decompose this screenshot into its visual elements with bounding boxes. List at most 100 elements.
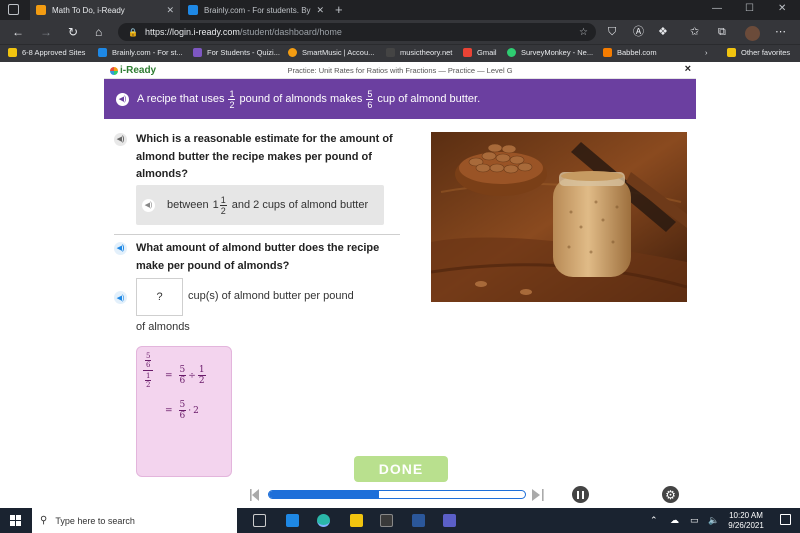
minimize-icon[interactable]: — <box>712 3 722 14</box>
speaker-icon[interactable]: ◀) <box>114 133 127 146</box>
tab-iready[interactable]: Math To Do, i-Ready ✕ <box>30 0 180 20</box>
tab-actions-icon[interactable] <box>8 4 19 15</box>
fraction-half: 12 <box>228 88 236 110</box>
back-icon[interactable]: ← <box>12 24 24 40</box>
bookmark-label: SurveyMonkey - Ne... <box>521 48 594 57</box>
forward-icon[interactable]: → <box>40 24 52 40</box>
iready-header: i-Ready Practice: Unit Rates for Ratios … <box>104 63 696 79</box>
url-bar[interactable]: 🔒 https://login.i-ready.com/student/dash… <box>118 23 596 41</box>
mail-icon[interactable] <box>286 514 299 527</box>
collections-icon[interactable]: ⧉ <box>718 24 726 40</box>
network-icon[interactable]: ☁ <box>670 515 679 526</box>
bookmark-smartmusic[interactable]: SmartMusic | Accou... <box>288 48 374 57</box>
multiply-step: = 56 · 2 <box>165 400 199 421</box>
complex-fraction: 56 12 <box>143 351 154 389</box>
teams-icon[interactable] <box>443 514 456 527</box>
search-placeholder: Type here to search <box>55 515 135 526</box>
shield-icon[interactable]: ⛉ <box>608 24 616 40</box>
system-clock[interactable]: 10:20 AM 9/26/2021 <box>722 511 770 531</box>
maximize-icon[interactable]: ☐ <box>745 3 754 14</box>
lock-icon: 🔒 <box>128 27 138 37</box>
speaker-icon[interactable]: ◀) <box>116 92 129 106</box>
answer-unit-text: cup(s) of almond butter per pound <box>188 290 354 302</box>
bookmark-label: Other favorites <box>741 48 791 57</box>
done-button[interactable]: DONE <box>354 456 448 482</box>
bookmark-babbel[interactable]: Babbel.com <box>603 48 657 57</box>
store-icon[interactable] <box>380 514 393 527</box>
home-icon[interactable]: ⌂ <box>95 24 102 40</box>
fraction-denominator: 2 <box>146 381 151 389</box>
bookmark-gmail[interactable]: Gmail <box>463 48 497 57</box>
show-hidden-icons[interactable]: ⌃ <box>650 515 658 526</box>
favorites-icon[interactable]: ✩ <box>690 24 699 40</box>
folder-icon <box>8 48 17 57</box>
file-explorer-icon[interactable] <box>350 514 363 527</box>
close-window-icon[interactable]: ✕ <box>778 3 786 14</box>
volume-icon[interactable]: 🔈 <box>708 515 719 526</box>
clock-time: 10:20 AM <box>729 511 763 520</box>
bookmark-musictheory[interactable]: musictheory.net <box>386 48 452 57</box>
task-view-icon[interactable] <box>253 514 266 527</box>
skip-forward-icon[interactable] <box>532 489 545 501</box>
more-menu-icon[interactable]: ⋯ <box>775 24 786 40</box>
question-1: ◀) Which is a reasonable estimate for th… <box>114 131 399 184</box>
close-tab-icon[interactable]: ✕ <box>166 5 174 16</box>
bookmark-surveymonkey[interactable]: SurveyMonkey - Ne... <box>507 48 593 57</box>
close-lesson-icon[interactable]: × <box>685 63 691 75</box>
windows-start-icon[interactable] <box>10 515 21 526</box>
surveymonkey-icon <box>507 48 516 57</box>
refresh-icon[interactable]: ↻ <box>68 24 78 40</box>
almond-butter-illustration <box>431 132 687 302</box>
brainly-favicon-icon <box>188 5 198 15</box>
multiply-sign: · <box>188 405 192 416</box>
new-tab-button[interactable]: + <box>335 2 343 18</box>
word-icon[interactable] <box>412 514 425 527</box>
fraction-numerator: 1 <box>228 88 236 100</box>
speaker-icon[interactable]: ◀) <box>114 291 127 304</box>
battery-icon[interactable]: ▭ <box>690 515 699 526</box>
answer-row: ◀) ? cup(s) of almond butter per pound <box>114 278 404 318</box>
bookmarks-overflow-icon[interactable]: › <box>705 48 708 57</box>
musictheory-icon <box>386 48 395 57</box>
extension-icon[interactable]: ❖ <box>658 24 668 40</box>
windows-taskbar: ⚲ Type here to search ⌃ ☁ ▭ 🔈 10:20 AM 9… <box>0 508 800 533</box>
fraction-denominator: 6 <box>179 376 186 386</box>
question-2: ◀) What amount of almond butter does the… <box>114 240 399 275</box>
skip-back-icon[interactable] <box>250 489 259 501</box>
question-2-text: What amount of almond butter does the re… <box>136 242 380 272</box>
folder-icon <box>727 48 736 57</box>
speaker-icon[interactable]: ◀) <box>114 242 127 255</box>
taskbar-search-box[interactable]: ⚲ Type here to search <box>32 508 237 533</box>
iready-favicon-icon <box>36 5 46 15</box>
problem-banner: ◀) A recipe that uses 12 pound of almond… <box>104 79 696 119</box>
notifications-icon[interactable] <box>780 514 791 525</box>
bookmark-other-favorites[interactable]: Other favorites <box>727 48 790 57</box>
multiplier: 2 <box>193 405 199 416</box>
answer-choice-1[interactable]: ◀) between 1 12 and 2 cups of almond but… <box>136 185 384 225</box>
pause-button[interactable] <box>572 486 589 503</box>
edge-browser-icon[interactable] <box>317 514 330 527</box>
profile-avatar[interactable] <box>745 26 760 41</box>
tab-brainly[interactable]: Brainly.com - For students. By stu ✕ <box>182 0 330 20</box>
fraction-denominator: 6 <box>367 99 373 110</box>
answer-input[interactable]: ? <box>136 278 183 316</box>
fraction-numerator: 5 <box>366 88 374 100</box>
bookmark-label: Gmail <box>477 48 497 57</box>
bookmark-approved-sites[interactable]: 6-8 Approved Sites <box>8 48 85 57</box>
tab-title: Brainly.com - For students. By stu <box>204 5 313 15</box>
fraction-denominator: 6 <box>146 361 151 369</box>
favorite-star-icon[interactable]: ☆ <box>579 27 588 38</box>
bookmark-brainly[interactable]: Brainly.com - For st... <box>98 48 183 57</box>
banner-text: cup of almond butter. <box>377 93 481 105</box>
fraction-five-sixths: 56 <box>366 88 374 110</box>
bookmark-label: musictheory.net <box>400 48 453 57</box>
bookmark-quizlet[interactable]: For Students - Quizi... <box>193 48 280 57</box>
close-tab-icon[interactable]: ✕ <box>316 5 324 16</box>
clock-date: 9/26/2021 <box>728 521 764 530</box>
speaker-icon[interactable]: ◀) <box>142 198 155 212</box>
fraction-numerator: 5 <box>145 352 152 361</box>
extension-a-icon[interactable]: Ⓐ <box>633 24 644 40</box>
settings-gear-icon[interactable]: ⚙ <box>662 486 679 503</box>
fraction-numerator: 1 <box>197 365 206 376</box>
bookmark-label: SmartMusic | Accou... <box>302 48 375 57</box>
